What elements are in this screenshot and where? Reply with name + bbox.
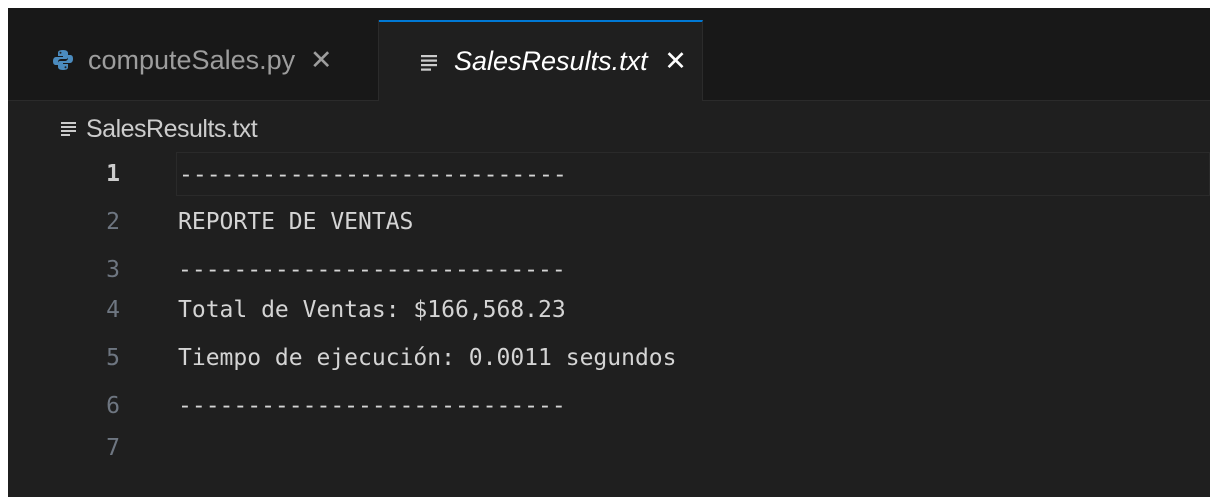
tab-label: computeSales.py — [88, 44, 296, 75]
line-number: 6 — [106, 393, 120, 419]
line-content[interactable]: REPORTE DE VENTAS — [176, 200, 1210, 244]
close-icon[interactable]: ✕ — [307, 45, 335, 75]
line-number: 1 — [106, 161, 120, 187]
tab-label: SalesResults.txt — [454, 46, 648, 76]
line-content[interactable]: ---------------------------- — [176, 152, 1210, 196]
python-icon — [52, 49, 74, 71]
line-number: 4 — [106, 297, 120, 323]
line-number: 3 — [106, 257, 120, 283]
line-content[interactable] — [176, 426, 1210, 470]
editor-line[interactable]: 1 ---------------------------- — [8, 152, 1210, 196]
text-editor[interactable]: 1 ---------------------------- 2 REPORTE… — [8, 148, 1210, 497]
line-content[interactable]: ---------------------------- — [176, 384, 1210, 428]
editor-line[interactable]: 6 ---------------------------- — [8, 384, 1210, 428]
tab-salesresults-txt[interactable]: SalesResults.txt ✕ — [379, 20, 703, 101]
close-icon[interactable]: ✕ — [662, 46, 690, 76]
line-number: 5 — [106, 345, 120, 371]
text-file-icon — [60, 121, 78, 137]
line-content[interactable]: Total de Ventas: $166,568.23 — [176, 288, 1210, 332]
line-number: 7 — [106, 435, 120, 461]
editor-window: computeSales.py ✕ SalesResults.txt ✕ Sal… — [8, 8, 1210, 497]
tab-computesales-py[interactable]: computeSales.py ✕ — [8, 20, 379, 100]
breadcrumb-label: SalesResults.txt — [86, 114, 258, 143]
text-file-icon — [420, 53, 440, 71]
breadcrumb[interactable]: SalesResults.txt — [60, 111, 258, 147]
editor-line[interactable]: 7 — [8, 426, 1210, 470]
tab-bar: computeSales.py ✕ SalesResults.txt ✕ — [8, 8, 1210, 101]
line-number: 2 — [106, 209, 120, 235]
editor-line[interactable]: 3 ---------------------------- — [8, 248, 1210, 292]
line-content[interactable]: ---------------------------- — [176, 248, 1210, 292]
line-content[interactable]: Tiempo de ejecución: 0.0011 segundos — [176, 336, 1210, 380]
editor-line[interactable]: 5 Tiempo de ejecución: 0.0011 segundos — [8, 336, 1210, 380]
editor-line[interactable]: 2 REPORTE DE VENTAS — [8, 200, 1210, 244]
editor-line[interactable]: 4 Total de Ventas: $166,568.23 — [8, 288, 1210, 332]
